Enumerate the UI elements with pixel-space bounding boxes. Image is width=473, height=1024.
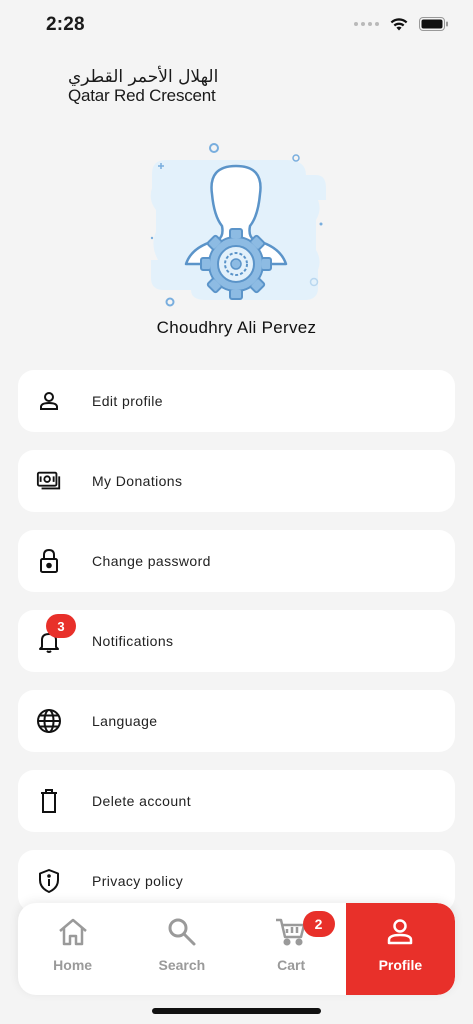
menu-item-label: My Donations: [92, 473, 183, 489]
nav-home[interactable]: Home: [18, 903, 127, 995]
search-icon: [168, 918, 196, 946]
menu-item-change-password[interactable]: Change password: [18, 530, 455, 592]
menu-item-my-donations[interactable]: My Donations: [18, 450, 455, 512]
qrc-logo: الهلال الأحمر القطري Qatar Red Crescent: [22, 64, 218, 110]
nav-search-label: Search: [158, 957, 206, 973]
status-bar: 2:28: [0, 0, 473, 52]
info-shield-icon: [36, 868, 62, 894]
menu-item-language[interactable]: Language: [18, 690, 455, 752]
battery-icon: [419, 17, 448, 31]
menu-item-delete-account[interactable]: Delete account: [18, 770, 455, 832]
status-indicators: [354, 16, 449, 32]
nav-search[interactable]: Search: [127, 903, 236, 995]
profile-icon: [388, 919, 413, 945]
wifi-icon: [390, 18, 408, 31]
profile-name: Choudhry Ali Pervez: [156, 318, 317, 337]
logo-arabic-text: الهلال الأحمر القطري: [68, 67, 219, 87]
menu-item-label: Notifications: [92, 633, 174, 649]
menu-item-label: Language: [92, 713, 158, 729]
menu-item-label: Delete account: [92, 793, 191, 809]
notification-count-badge: 3: [46, 614, 76, 638]
status-time: 2:28: [46, 14, 85, 35]
globe-icon: [36, 708, 62, 734]
nav-cart[interactable]: 2 Cart: [237, 903, 346, 995]
home-icon: [58, 918, 87, 946]
nav-profile[interactable]: Profile: [345, 903, 455, 995]
cart-count-badge: 2: [302, 911, 335, 937]
crescent-logo-icon: [25, 66, 46, 108]
menu-item-label: Privacy policy: [92, 873, 184, 889]
signal-icon: [354, 22, 379, 26]
home-indicator[interactable]: [152, 1008, 321, 1014]
bottom-navigation: Home Search 2 Cart Profile: [18, 903, 455, 995]
nav-cart-label: Cart: [277, 957, 306, 973]
lock-icon: [36, 548, 62, 574]
menu-item-edit-profile[interactable]: Edit profile: [18, 370, 455, 432]
menu-item-notifications[interactable]: 3 Notifications: [18, 610, 455, 672]
person-icon: [36, 388, 62, 414]
logo-english-text: Qatar Red Crescent: [68, 86, 216, 105]
trash-icon: [36, 788, 62, 814]
menu-item-label: Change password: [92, 553, 211, 569]
avatar: [146, 140, 328, 310]
money-icon: [36, 468, 62, 494]
nav-profile-label: Profile: [378, 957, 423, 973]
nav-home-label: Home: [53, 957, 93, 973]
profile-menu: Edit profile My Donations Change passwor…: [18, 370, 455, 930]
menu-item-label: Edit profile: [92, 393, 163, 409]
